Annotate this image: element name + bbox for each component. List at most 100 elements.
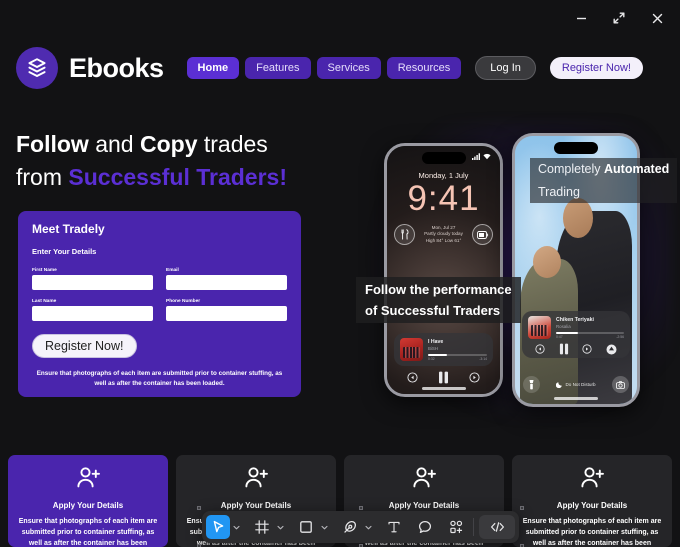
hero-word-trades: trades — [203, 131, 268, 157]
form-disclaimer-text: Ensure that photographs of each item are… — [36, 370, 283, 388]
chevron-down-icon[interactable] — [362, 515, 375, 539]
pause-icon[interactable] — [559, 343, 569, 355]
airplay-icon[interactable] — [606, 344, 617, 355]
move-cursor-icon[interactable] — [206, 515, 230, 539]
tool-text[interactable] — [382, 515, 406, 539]
frame-icon[interactable] — [250, 515, 274, 539]
photo-subject-a-head — [562, 197, 593, 239]
track-time-remaining: -2:56 — [616, 334, 624, 339]
chevron-down-icon[interactable] — [230, 515, 243, 539]
track-progress-bar[interactable] — [556, 331, 624, 334]
callout-right-word-completely: Completely — [538, 162, 601, 176]
track-info: Chiken Teriyaki Rosalia 0:47 -2:56 — [556, 317, 624, 339]
photo-subject-b-head — [532, 246, 561, 279]
register-now-button[interactable]: Register Now! — [549, 57, 643, 79]
nav-item-services[interactable]: Services — [316, 57, 381, 79]
last-name-input[interactable] — [32, 306, 153, 321]
main-nav: Home Features Services Resources Log In … — [186, 56, 643, 80]
hero-accent-phrase: Successful Traders! — [68, 163, 287, 190]
nav-item-home[interactable]: Home — [186, 57, 240, 79]
app-window: Ebooks Home Features Services Resources … — [0, 0, 680, 547]
music-player-widget[interactable]: Chiken Teriyaki Rosalia 0:47 -2:56 — [522, 311, 630, 358]
site-header: Ebooks Home Features Services Resources … — [0, 44, 680, 92]
feature-card[interactable]: Apply Your Details Ensure that photograp… — [8, 455, 168, 547]
chevron-down-icon[interactable] — [318, 515, 331, 539]
fast-forward-icon[interactable] — [469, 372, 480, 383]
maximize-icon[interactable] — [608, 7, 630, 29]
home-indicator — [554, 397, 598, 400]
close-icon[interactable] — [646, 7, 668, 29]
comment-icon[interactable] — [413, 515, 437, 539]
pause-icon[interactable] — [438, 371, 449, 384]
minimize-icon[interactable] — [570, 7, 592, 29]
camera-icon[interactable] — [612, 376, 629, 393]
first-name-label: First Name — [32, 268, 57, 273]
form-submit-button[interactable]: Register Now! — [32, 334, 137, 358]
hero-word-and: and — [95, 131, 134, 157]
callout-right-line2: Trading — [538, 185, 580, 199]
pen-icon[interactable] — [338, 515, 362, 539]
last-name-label: Last Name — [32, 299, 57, 304]
add-user-icon — [412, 466, 437, 494]
track-times: 0:47 -2:56 — [556, 335, 624, 339]
music-controls — [528, 343, 624, 355]
rewind-icon[interactable] — [407, 372, 418, 383]
tool-dev-mode[interactable] — [479, 515, 515, 539]
form-fields-grid: First Name Email Last Name Phone Number — [32, 268, 287, 321]
lockscreen-bottom-row: Do Not Disturb — [523, 376, 629, 393]
music-player-widget[interactable]: I Have BiSH 0:32 -3:14 — [394, 333, 493, 366]
actions-plugins-icon[interactable] — [444, 515, 468, 539]
email-label: Email — [166, 268, 179, 273]
fork-knife-widget-icon[interactable] — [394, 224, 415, 245]
weather-widget-text: Mon, Jul 27 Partly cloudy today High 84° L… — [424, 225, 463, 243]
moon-icon — [556, 382, 563, 388]
code-icon[interactable] — [479, 515, 515, 539]
hero-headline-line2: from Successful Traders! — [16, 161, 356, 194]
text-icon[interactable] — [382, 515, 406, 539]
fast-forward-icon[interactable] — [582, 344, 592, 354]
feature-card-body: Ensure that photographs of each item are… — [18, 518, 158, 547]
lockscreen-time: 9:41 — [407, 179, 480, 218]
rewind-icon[interactable] — [535, 344, 545, 354]
login-button[interactable]: Log In — [475, 56, 536, 80]
feature-card-title: Apply Your Details — [220, 501, 292, 510]
wifi-icon — [483, 153, 491, 160]
flashlight-icon[interactable] — [523, 376, 540, 393]
phone-number-input[interactable] — [166, 306, 287, 321]
form-subtitle: Enter Your Details — [32, 247, 97, 256]
callout-automated-trading: Completely Automated Trading — [530, 158, 678, 203]
nav-item-features[interactable]: Features — [245, 57, 311, 79]
add-user-icon — [244, 466, 269, 494]
feature-card-title: Apply Your Details — [52, 501, 124, 510]
phone-mockup-lockscreen: Monday, 1 July 9:41 Mon, Jul 27 Partly cl… — [384, 143, 503, 397]
tool-comment[interactable] — [413, 515, 437, 539]
tool-actions-plugins[interactable] — [444, 515, 468, 539]
field-group-first-name: First Name — [32, 268, 153, 290]
track-row: Chiken Teriyaki Rosalia 0:47 -2:56 — [528, 316, 624, 339]
field-group-email: Email — [166, 268, 287, 290]
tool-pen[interactable] — [338, 515, 375, 539]
rectangle-icon[interactable] — [294, 515, 318, 539]
nav-item-resources[interactable]: Resources — [386, 57, 462, 79]
window-titlebar — [0, 0, 680, 36]
email-input[interactable] — [166, 275, 287, 290]
signal-icon — [472, 153, 480, 160]
chevron-down-icon[interactable] — [274, 515, 287, 539]
form-title: Meet Tradely — [32, 222, 105, 236]
feature-card[interactable]: Apply Your Details Ensure that photograp… — [512, 455, 672, 547]
track-info: I Have BiSH 0:32 -3:14 — [428, 339, 487, 361]
tool-move-cursor[interactable] — [206, 515, 243, 539]
hero-word-from: from — [16, 163, 62, 190]
do-not-disturb-label: Do Not Disturb — [556, 381, 596, 388]
battery-widget-icon[interactable] — [472, 224, 493, 245]
track-progress-bar[interactable] — [428, 353, 487, 356]
callout-follow-performance: Follow the performance of Successful Tra… — [356, 277, 521, 323]
tool-frame[interactable] — [250, 515, 287, 539]
first-name-input[interactable] — [32, 275, 153, 290]
tool-rectangle-shape[interactable] — [294, 515, 331, 539]
track-artist: Rosalia — [556, 323, 571, 329]
stacked-books-icon[interactable] — [16, 47, 58, 89]
signup-form-card: Meet Tradely Enter Your Details First Na… — [18, 211, 301, 397]
feature-card-title: Apply Your Details — [388, 501, 460, 510]
lockscreen-widgets: Mon, Jul 27 Partly cloudy today High 84° L… — [394, 224, 493, 245]
